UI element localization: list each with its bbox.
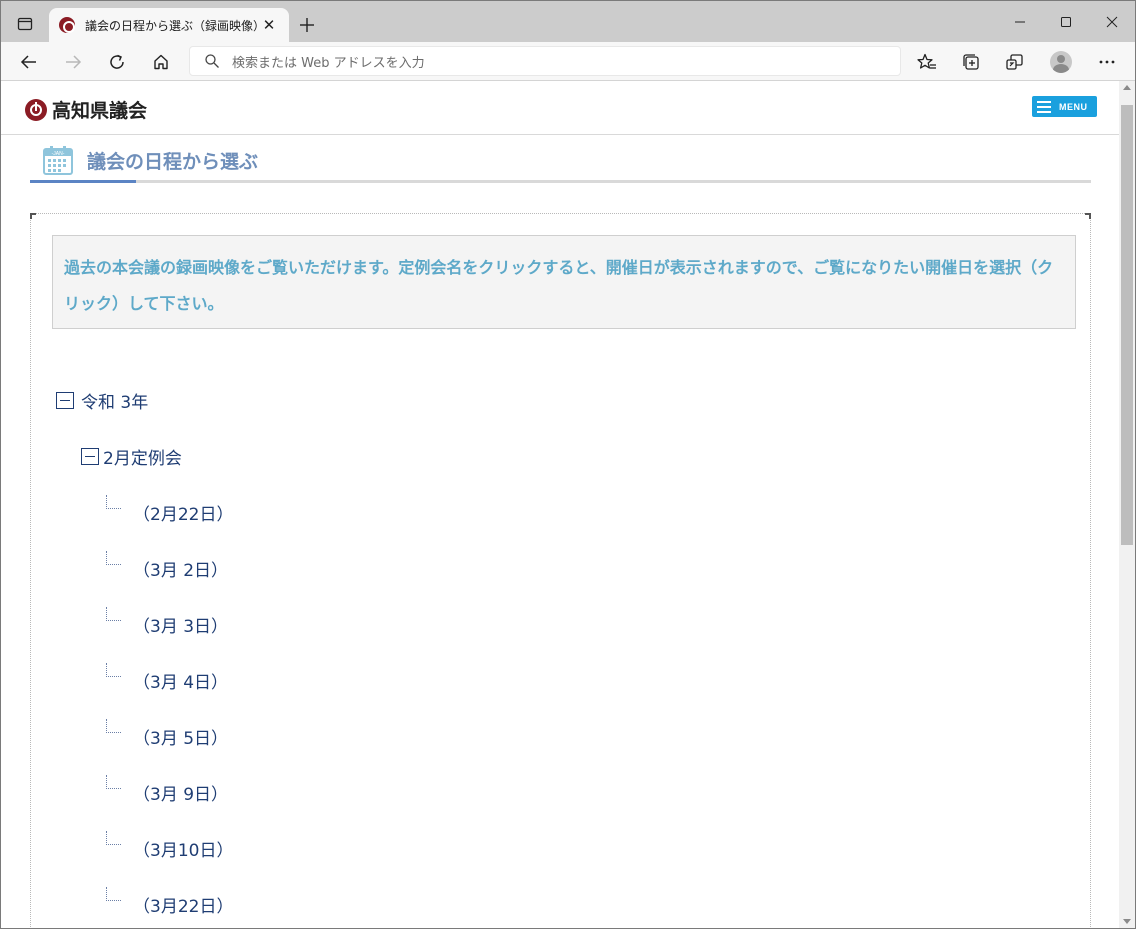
forward-button[interactable] <box>57 46 89 78</box>
maximize-icon <box>1061 16 1071 27</box>
maximize-button[interactable] <box>1043 1 1089 42</box>
share-button[interactable] <box>999 46 1031 78</box>
site-favicon-icon <box>59 17 75 33</box>
profile-button[interactable] <box>1045 46 1077 78</box>
tab-actions-button[interactable] <box>9 9 41 39</box>
tree-connector <box>106 775 121 789</box>
tree-date-item[interactable]: （3月 2日） <box>106 551 228 581</box>
tab-actions-icon <box>17 17 33 31</box>
date-link[interactable]: （3月22日） <box>133 892 233 917</box>
logo-text: 高知県議会 <box>52 100 148 122</box>
tree-connector <box>106 887 121 901</box>
collapse-minus-icon[interactable] <box>81 448 99 465</box>
page-title: 議会の日程から選ぶ <box>87 151 259 173</box>
tree-year-node[interactable]: 令和 3年 <box>56 388 148 413</box>
session-label[interactable]: 2月定例会 <box>103 444 182 469</box>
tree-connector <box>106 663 121 677</box>
date-link[interactable]: （2月22日） <box>133 500 233 525</box>
date-link[interactable]: （3月10日） <box>133 836 233 861</box>
plus-icon <box>300 18 314 32</box>
scroll-down-arrow-icon[interactable] <box>1123 919 1131 924</box>
section-divider <box>30 180 1091 183</box>
tree-date-item[interactable]: （3月 4日） <box>106 663 228 693</box>
browser-tab-active[interactable]: 議会の日程から選ぶ（録画映像） ✕ <box>49 8 289 42</box>
tree-connector <box>106 607 121 621</box>
instruction-notice: 過去の本会議の録画映像をご覧いただけます。定例会名をクリックすると、開催日が表示… <box>52 235 1076 329</box>
section-title: -JAN- 議会の日程から選ぶ <box>30 139 1091 184</box>
date-link[interactable]: （3月 4日） <box>133 668 228 693</box>
page-viewport: 高知県議会 MENU -JAN- 議会の日程から選ぶ 過去の本会議の録画映像をご… <box>1 81 1119 928</box>
calendar-month-label: -JAN- <box>52 151 65 157</box>
scrollbar-thumb[interactable] <box>1121 105 1133 545</box>
more-dots-icon <box>1099 60 1115 64</box>
collections-icon <box>963 54 979 70</box>
date-link[interactable]: （3月 5日） <box>133 724 228 749</box>
site-header: 高知県議会 MENU <box>1 81 1119 135</box>
date-link[interactable]: （3月 2日） <box>133 556 228 581</box>
search-icon <box>205 54 219 68</box>
section-divider-accent <box>30 180 136 183</box>
home-button[interactable] <box>145 46 177 78</box>
arrow-right-icon <box>66 55 82 69</box>
tree-date-item[interactable]: （2月22日） <box>106 495 233 525</box>
tree-session-node[interactable]: 2月定例会 <box>81 444 182 469</box>
home-icon <box>154 54 168 70</box>
logo-emblem-icon <box>25 98 47 121</box>
avatar-icon <box>1050 51 1072 73</box>
tab-title: 議会の日程から選ぶ（録画映像） <box>85 18 259 33</box>
reload-icon <box>110 54 124 69</box>
notice-text: 過去の本会議の録画映像をご覧いただけます。定例会名をクリックすると、開催日が表示… <box>64 258 1054 313</box>
date-link[interactable]: （3月 3日） <box>133 612 228 637</box>
tree-date-item[interactable]: （3月 5日） <box>106 719 228 749</box>
scroll-up-arrow-icon[interactable] <box>1123 85 1131 90</box>
site-logo[interactable]: 高知県議会 <box>25 96 147 123</box>
share-window-icon <box>1006 54 1023 70</box>
close-icon <box>1106 16 1118 27</box>
calendar-icon: -JAN- <box>43 146 73 175</box>
date-link[interactable]: （3月 9日） <box>133 780 228 805</box>
reload-button[interactable] <box>101 46 133 78</box>
tree-date-item[interactable]: （3月 9日） <box>106 775 228 805</box>
minimize-icon <box>1015 21 1025 22</box>
tree-date-item[interactable]: （3月10日） <box>106 831 233 861</box>
star-list-icon <box>917 53 936 69</box>
back-button[interactable] <box>13 46 45 78</box>
address-bar[interactable]: 検索または Web アドレスを入力 <box>189 46 901 76</box>
title-bar: 議会の日程から選ぶ（録画映像） ✕ <box>1 1 1135 42</box>
corner-mark <box>30 213 36 219</box>
browser-toolbar: 検索または Web アドレスを入力 <box>1 42 1135 81</box>
arrow-left-icon <box>20 55 36 69</box>
tree-connector <box>106 551 121 565</box>
new-tab-button[interactable] <box>293 11 321 39</box>
close-window-button[interactable] <box>1089 1 1135 42</box>
tab-close-icon[interactable]: ✕ <box>259 15 279 35</box>
collapse-minus-icon[interactable] <box>56 392 74 409</box>
corner-mark <box>1085 213 1091 219</box>
menu-button[interactable]: MENU <box>1032 96 1097 117</box>
tree-connector <box>106 719 121 733</box>
hamburger-icon <box>1037 100 1051 113</box>
favorites-button[interactable] <box>911 46 943 78</box>
tree-connector <box>106 831 121 845</box>
tree-date-item[interactable]: （3月 3日） <box>106 607 228 637</box>
content-panel: 過去の本会議の録画映像をご覧いただけます。定例会名をクリックすると、開催日が表示… <box>30 213 1091 928</box>
menu-label: MENU <box>1059 101 1088 112</box>
collections-button[interactable] <box>955 46 987 78</box>
address-input[interactable]: 検索または Web アドレスを入力 <box>232 52 425 71</box>
page-scrollbar[interactable] <box>1119 81 1135 928</box>
tree-connector <box>106 495 121 509</box>
tree-date-item[interactable]: （3月22日） <box>106 887 233 917</box>
settings-more-button[interactable] <box>1091 46 1123 78</box>
minimize-button[interactable] <box>997 1 1043 42</box>
year-label[interactable]: 令和 3年 <box>81 388 148 413</box>
browser-window: 議会の日程から選ぶ（録画映像） ✕ 検索または Web アドレスを入力 高知県議… <box>0 0 1136 929</box>
